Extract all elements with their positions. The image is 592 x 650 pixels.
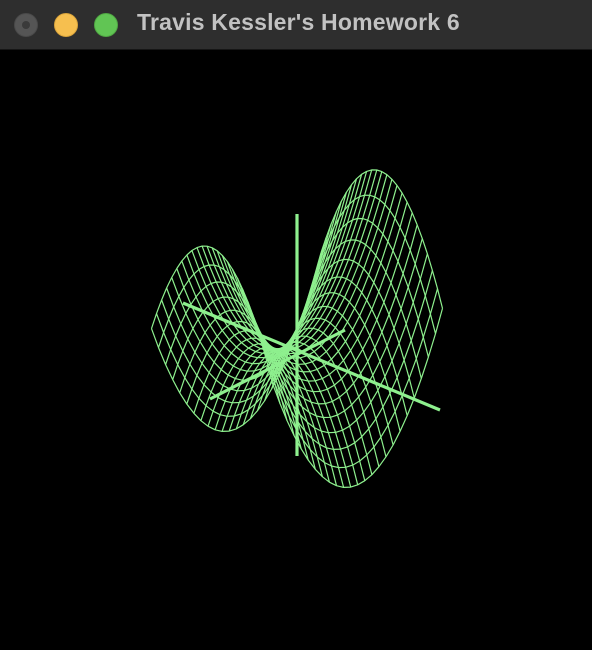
mesh-line: [200, 337, 323, 477]
mesh-line: [196, 171, 368, 351]
close-button[interactable]: [14, 13, 38, 37]
minimize-button[interactable]: [54, 13, 78, 37]
zoom-button[interactable]: [94, 13, 118, 37]
saddle-surface-plot: [150, 169, 444, 488]
window-title: Travis Kessler's Homework 6: [137, 9, 460, 35]
title-bar[interactable]: Travis Kessler's Homework 6: [0, 0, 592, 50]
app-window: Travis Kessler's Homework 6: [0, 0, 592, 650]
render-canvas[interactable]: [0, 50, 592, 650]
mesh-line: [267, 288, 439, 469]
mesh-line: [226, 185, 398, 365]
